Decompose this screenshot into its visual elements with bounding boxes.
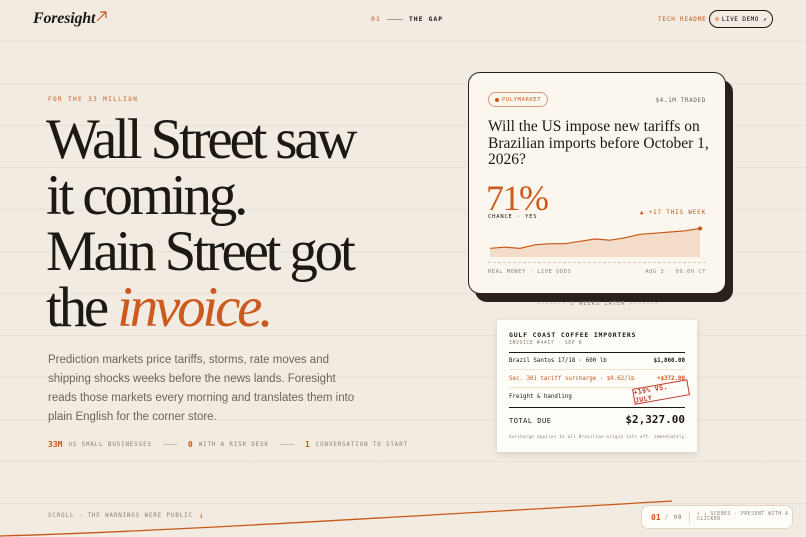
weekly-delta: ▲ +17 THIS WEEK [639, 209, 706, 216]
chance-value: 71% [486, 178, 549, 218]
stat-label: US SMALL BUSINESSES [68, 441, 152, 448]
card-footer-right: AUG 3 · 09:00 CT [645, 269, 706, 275]
arrow-up-right-icon [96, 11, 107, 22]
sparkline-area [490, 228, 700, 257]
card-footer-left: REAL MONEY · LIVE ODDS [488, 269, 572, 275]
increase-stamp: +19% VS. JULY [632, 379, 690, 405]
odds-sparkline [489, 226, 702, 257]
headline: Wall Street saw it coming. Main Street g… [46, 111, 466, 339]
scroll-hint-label: SCROLL · THE WARNINGS WERE PUBLIC [48, 512, 193, 519]
timeline-label: ------- 5 WEEKS LATER ------- [537, 301, 660, 307]
headline-line-3: Main Street got [46, 220, 356, 283]
section-indicator: 01 THE GAP [371, 15, 443, 23]
lede-paragraph: Prediction markets price tariffs, storms… [48, 354, 355, 423]
total-scenes: 08 [673, 513, 683, 521]
divider [689, 511, 690, 523]
live-demo-label: LIVE DEMO ↗ [721, 15, 768, 23]
stat-label: CONVERSATION TO START [315, 441, 408, 448]
divider [279, 444, 294, 445]
total-label: TOTAL DUE [509, 417, 552, 425]
divider [386, 18, 403, 20]
line-description: Freight & handling [509, 394, 572, 400]
source-label: POLYMARKET [502, 96, 542, 103]
source-badge: POLYMARKET [488, 92, 549, 107]
market-question: Will the US impose new tariffs on Brazil… [488, 118, 709, 168]
total-amount: $2,327.00 [625, 413, 685, 426]
sparkline-end-point [698, 226, 702, 231]
stats-row: 33M US SMALL BUSINESSES 0 WITH A RISK DE… [48, 440, 408, 449]
line-description: Sec. 301 tariff surcharge · $0.62/lb [509, 376, 635, 382]
scroll-hint[interactable]: SCROLL · THE WARNINGS WERE PUBLIC ↓ [48, 511, 205, 520]
divider [162, 444, 177, 445]
traded-volume: $4.1M TRADED [655, 97, 706, 104]
headline-line-4-prefix: the [46, 276, 118, 339]
scene-pager[interactable]: 01 / 08 ↑ ↓ SCENES · PRESENT WITH A CLIC… [641, 505, 793, 529]
pager-separator: / [664, 513, 670, 521]
arrow-down-icon: ↓ [198, 511, 205, 520]
line-description: Brazil Santos 17/18 · 600 lb [509, 358, 607, 364]
stat-value: 0 [187, 440, 193, 449]
stat-value: 33M [48, 440, 63, 449]
current-scene: 01 [651, 512, 661, 522]
invoice-note: Surcharge applies to all Brazilian-origi… [509, 435, 688, 440]
invoice-line: Sec. 301 tariff surcharge · $0.62/lb +$3… [509, 376, 685, 382]
dot-icon [495, 97, 499, 102]
headline-emphasis: invoice. [117, 276, 273, 339]
divider [509, 352, 685, 353]
headline-line-1: Wall Street saw [46, 108, 358, 171]
invoice-meta: INVOICE #4417 · SEP 8 [509, 341, 583, 346]
divider [509, 407, 685, 408]
chance-label: CHANCE · YES [488, 214, 538, 220]
live-demo-button[interactable]: LIVE DEMO ↗ [709, 10, 773, 28]
line-amount: $1,860.00 [653, 358, 685, 364]
live-dot-icon [714, 17, 719, 21]
pager-hint: ↑ ↓ SCENES · PRESENT WITH A CLICKER [696, 512, 789, 522]
divider [488, 262, 706, 263]
market-card[interactable]: POLYMARKET $4.1M TRADED Will the US impo… [468, 72, 726, 294]
section-number: 01 [371, 15, 381, 23]
stat-value: 1 [304, 440, 310, 449]
stat-label: WITH A RISK DESK [198, 441, 269, 448]
invoice-company: GULF COAST COFFEE IMPORTERS [509, 331, 637, 339]
eyebrow: FOR THE 33 MILLION [48, 96, 139, 103]
invoice-card: GULF COAST COFFEE IMPORTERS INVOICE #441… [497, 320, 697, 452]
invoice-line: Brazil Santos 17/18 · 600 lb $1,860.00 [509, 358, 685, 364]
divider [509, 369, 685, 370]
section-title: THE GAP [408, 15, 444, 23]
logo[interactable]: Foresight [33, 10, 107, 28]
logo-text: Foresight [33, 10, 96, 27]
headline-line-2: it coming. [46, 164, 248, 227]
tech-readme-link[interactable]: TECH README [658, 16, 707, 23]
